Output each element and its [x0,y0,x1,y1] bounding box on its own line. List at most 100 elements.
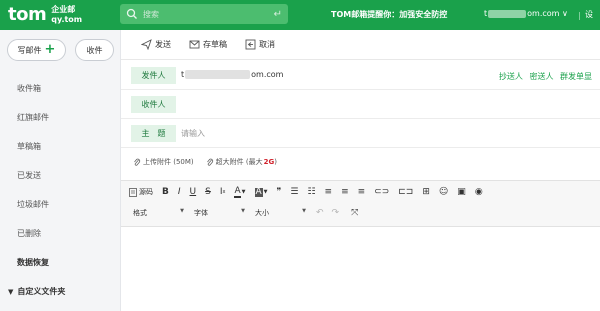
logo-mark: tom [8,4,47,25]
link-icon[interactable]: ⊂⊃ [374,187,389,197]
editor-body[interactable] [121,228,600,311]
underline-icon[interactable]: U [190,187,197,197]
search-input[interactable]: 搜索 [143,9,274,20]
attachment-bar: 上传附件 (50M) 超大附件 (最大 2G ) [121,150,600,174]
chevron-down-icon: ▼ [241,208,245,214]
sidebar-item-sent[interactable]: 已发送 [0,161,120,190]
large-attachment-size: 2G [263,158,275,166]
bulleted-list-icon[interactable]: ☰ [290,187,298,197]
italic-icon[interactable]: I [178,187,181,197]
sidebar-item-custom-folders[interactable]: ▼ 自定义文件夹 [0,277,120,306]
send-icon [141,39,152,50]
redacted-block [488,9,527,18]
search-icon [126,8,137,19]
send-label: 发送 [155,40,171,49]
emoji-icon[interactable]: ☺ [439,187,448,197]
large-attachment-close: ) [274,158,277,166]
recipient-row: 收件人 [121,90,600,119]
compose-toolbar: 发送 存草稿 取消 [121,30,600,60]
strikethrough-icon[interactable]: S [205,187,211,197]
cc-link[interactable]: 抄送人 [499,72,523,81]
sender-prefix: t [181,70,185,79]
font-label: 字体 [194,209,208,217]
paperclip-icon [206,158,213,166]
background-color-icon[interactable]: A ▼ [254,187,268,197]
settings-link[interactable]: 设 [585,9,593,20]
paperclip-icon [134,158,141,166]
cancel-button[interactable]: 取消 [245,39,275,50]
align-left-icon[interactable]: ≡ [325,187,333,197]
quote-icon[interactable]: ❞ [277,187,282,197]
recipient-label[interactable]: 收件人 [131,96,176,113]
format-label: 格式 [133,209,147,217]
recipient-options: 抄送人 密送人 群发单显 [495,71,592,82]
sidebar-item-deleted[interactable]: 已删除 [0,219,120,248]
align-center-icon[interactable]: ≡ [341,187,349,197]
sender-value[interactable]: t om.com [181,70,283,79]
header-divider: | [578,11,581,20]
top-header: tom 企业邮 qy.tom 搜索 ↵ TOM邮箱提醒你：加强安全防控 t om.… [0,0,600,30]
sidebar-item-spam[interactable]: 垃圾邮件 [0,190,120,219]
undo-icon[interactable]: ↶ [316,208,324,218]
redacted-block [185,70,251,79]
sidebar: 写邮件 + 收件 收件箱 红旗邮件 草稿箱 已发送 垃圾邮件 已删除 数据恢复 … [0,30,121,311]
sender-label[interactable]: 发件人 [131,67,176,84]
editor-toolbar-row-1: 源码 B I U S Ix A ▼ A ▼ ❞ ☰ ☷ ≡ ≡ ≡ ⊂⊃ ⊏⊐ ⊞ … [129,185,492,199]
plus-icon: + [44,42,56,57]
editor-toolbar: 源码 B I U S Ix A ▼ A ▼ ❞ ☰ ☷ ≡ ≡ ≡ ⊂⊃ ⊏⊐ ⊞ … [121,180,600,227]
size-label: 大小 [255,209,269,217]
source-button[interactable]: 源码 [129,187,153,197]
send-button[interactable]: 发送 [141,39,171,50]
custom-folders-label: 自定义文件夹 [17,287,66,296]
table-icon[interactable]: ⊞ [422,187,430,197]
image-icon[interactable]: ▣ [457,187,466,197]
chevron-down-icon: ▼ [302,208,306,214]
subject-input[interactable]: 请输入 [181,128,205,139]
bold-icon[interactable]: B [162,187,169,197]
cancel-label: 取消 [259,40,275,49]
caret-down-icon: ▼ [8,288,14,296]
source-label: 源码 [139,188,153,196]
align-right-icon[interactable]: ≡ [358,187,366,197]
receive-button[interactable]: 收件 [75,39,114,61]
format-select[interactable]: 格式 ▼ [133,208,184,218]
sender-suffix: om.com [251,70,284,79]
logo-line1: 企业邮 [51,4,76,14]
search-box[interactable]: 搜索 ↵ [120,4,288,24]
upload-attachment-button[interactable]: 上传附件 (50M) [133,157,194,167]
account-menu[interactable]: t om.com ∨ [484,9,568,18]
logo-line2: qy.tom [51,14,83,24]
account-suffix: om.com ∨ [527,9,568,18]
text-color-icon[interactable]: A ▼ [234,186,246,198]
redo-icon[interactable]: ↷ [332,208,340,218]
subject-label: 主 题 [131,125,176,142]
sidebar-item-flagged[interactable]: 红旗邮件 [0,103,120,132]
numbered-list-icon[interactable]: ☷ [307,187,315,197]
sidebar-item-inbox[interactable]: 收件箱 [0,74,120,103]
save-draft-button[interactable]: 存草稿 [189,39,227,50]
group-send-link[interactable]: 群发单显 [560,72,592,81]
cancel-icon [245,39,256,50]
sidebar-item-recovery[interactable]: 数据恢复 [0,248,120,277]
folder-nav: 收件箱 红旗邮件 草稿箱 已发送 垃圾邮件 已删除 数据恢复 ▼ 自定义文件夹 [0,74,120,306]
large-attachment-label: 超大附件 (最大 [215,158,263,166]
fullscreen-icon[interactable]: ⤧ [351,208,358,218]
editor-toolbar-row-2: 格式 ▼ 字体 ▼ 大小 ▼ ↶ ↷ ⤧ [133,206,358,220]
bcc-link[interactable]: 密送人 [529,72,553,81]
large-attachment-button[interactable]: 超大附件 (最大 2G ) [206,157,277,167]
upload-attachment-label: 上传附件 (50M) [143,158,194,166]
logo-subtitle: 企业邮 qy.tom [51,5,82,25]
write-button[interactable]: 写邮件 + [7,39,66,61]
clear-format-icon[interactable]: Ix [220,187,226,197]
font-select[interactable]: 字体 ▼ [194,208,245,218]
account-prefix: t [484,9,488,18]
sidebar-item-drafts[interactable]: 草稿箱 [0,132,120,161]
size-select[interactable]: 大小 ▼ [255,208,306,218]
recipient-input[interactable] [181,99,581,111]
flash-icon[interactable]: ◉ [475,187,483,197]
security-notice[interactable]: TOM邮箱提醒你：加强安全防控 [331,9,447,20]
enter-icon[interactable]: ↵ [274,9,282,20]
unlink-icon[interactable]: ⊏⊐ [398,187,413,197]
save-draft-label: 存草稿 [203,40,227,49]
logo[interactable]: tom 企业邮 qy.tom [8,4,82,25]
